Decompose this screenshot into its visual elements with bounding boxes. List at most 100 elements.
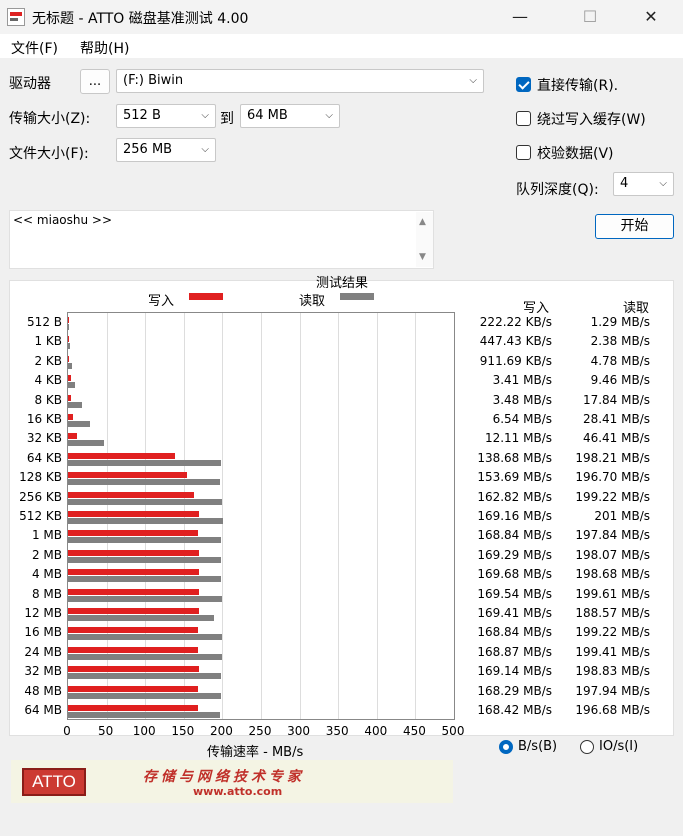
write-bar: [68, 608, 199, 614]
read-bar: [68, 673, 222, 680]
scroll-down-icon[interactable]: ▼: [419, 252, 426, 262]
write-bar: [68, 433, 78, 440]
transfer-size-from-value: 512 B: [123, 108, 161, 123]
legend-write-label: 写入: [148, 294, 175, 309]
maximize-button[interactable]: ☐: [567, 0, 613, 34]
read-bar: [68, 343, 70, 350]
queue-depth-select[interactable]: 4 ⌵: [613, 172, 674, 196]
x-axis-label: 传输速率 - MB/s: [207, 745, 304, 760]
transfer-size-from-select[interactable]: 512 B ⌵: [116, 104, 216, 128]
chevron-down-icon: ⌵: [201, 110, 209, 121]
read-bar: [68, 653, 222, 660]
start-button[interactable]: 开始: [595, 214, 674, 239]
chevron-down-icon: ⌵: [659, 178, 667, 189]
read-bar: [68, 576, 222, 583]
menu-help[interactable]: 帮助(H): [80, 38, 129, 58]
read-bar: [68, 324, 69, 330]
write-bar: [68, 646, 199, 653]
file-size-label: 文件大小(F):: [9, 146, 89, 162]
queue-depth-value: 4: [620, 176, 629, 191]
write-bar: [68, 452, 176, 459]
app-icon: [7, 8, 25, 26]
scroll-up-icon[interactable]: ▲: [419, 217, 426, 227]
description-text[interactable]: << miaoshu >>: [13, 213, 112, 227]
grid-line: [299, 313, 301, 719]
write-bar: [68, 491, 194, 498]
verify-data-label[interactable]: 校验数据(V): [537, 143, 614, 163]
minimize-button[interactable]: —: [497, 0, 543, 34]
chevron-down-icon: ⌵: [325, 110, 333, 121]
read-bar: [68, 401, 82, 408]
drive-select[interactable]: (F:) Biwin ⌵: [116, 69, 484, 93]
write-bar: [68, 705, 199, 711]
grid-line: [415, 313, 417, 719]
read-bar: [68, 537, 221, 544]
read-bar: [68, 634, 222, 641]
transfer-size-to-value: 64 MB: [247, 108, 288, 123]
read-bar: [68, 518, 224, 524]
read-bar: [68, 440, 104, 447]
bypass-write-cache-checkbox[interactable]: [516, 111, 531, 126]
browse-button[interactable]: ...: [80, 69, 110, 94]
read-bar: [68, 692, 221, 699]
grid-line: [261, 313, 262, 719]
drive-label: 驱动器: [9, 76, 51, 92]
chevron-down-icon: ⌵: [201, 144, 209, 155]
write-bar: [68, 355, 69, 362]
chart-plot-area: [67, 312, 455, 720]
drive-select-value: (F:) Biwin: [123, 73, 184, 88]
column-write-header: 写入: [523, 301, 550, 316]
write-bar: [68, 317, 69, 323]
file-size-value: 256 MB: [123, 142, 173, 157]
read-bar: [68, 615, 214, 621]
read-bar: [68, 421, 90, 427]
write-bar: [68, 627, 199, 634]
read-bar: [68, 595, 223, 602]
write-bar: [68, 336, 69, 343]
chevron-down-icon: ⌵: [469, 75, 477, 86]
to-label: 到: [220, 111, 234, 127]
unit-io-radio[interactable]: [580, 740, 594, 754]
direct-io-checkbox[interactable]: [516, 77, 531, 92]
transfer-size-to-select[interactable]: 64 MB ⌵: [240, 104, 340, 128]
bypass-write-cache-label[interactable]: 绕过写入缓存(W): [537, 109, 646, 129]
write-bar: [68, 549, 199, 556]
write-bar: [68, 588, 199, 595]
legend-read-label: 读取: [299, 294, 326, 309]
read-bar: [68, 382, 76, 389]
unit-io-label[interactable]: IO/s(I): [599, 739, 638, 754]
unit-bytes-label[interactable]: B/s(B): [518, 739, 557, 754]
read-bar: [68, 459, 222, 466]
write-bar: [68, 394, 71, 401]
window-title: 无标题 - ATTO 磁盘基准测试 4.00: [32, 11, 249, 27]
grid-line: [222, 313, 224, 719]
write-bar: [68, 569, 199, 576]
read-bar: [68, 362, 72, 369]
column-read-header: 读取: [623, 301, 650, 316]
transfer-size-label: 传输大小(Z):: [9, 111, 91, 127]
grid-line: [376, 313, 378, 719]
read-bar: [68, 498, 222, 505]
write-bar: [68, 375, 71, 382]
legend-read-swatch: [340, 293, 374, 300]
atto-logo: ATTO: [22, 768, 86, 796]
verify-data-checkbox[interactable]: [516, 145, 531, 160]
write-bar: [68, 685, 198, 692]
legend-write-swatch: [189, 293, 223, 300]
read-bar: [68, 479, 220, 486]
write-bar: [68, 530, 199, 537]
banner-tagline: 存储与网络技术专家: [143, 769, 305, 785]
write-bar: [68, 472, 187, 479]
grid-line: [338, 313, 340, 719]
direct-io-label[interactable]: 直接传输(R).: [537, 75, 618, 95]
read-bar: [68, 712, 220, 718]
menu-file[interactable]: 文件(F): [11, 38, 58, 58]
unit-bytes-radio[interactable]: [499, 740, 513, 754]
close-button[interactable]: ✕: [628, 0, 674, 34]
write-bar: [68, 511, 199, 517]
write-bar: [68, 414, 74, 420]
write-bar: [68, 666, 199, 673]
results-header: 测试结果: [316, 276, 369, 291]
file-size-select[interactable]: 256 MB ⌵: [116, 138, 216, 162]
banner-url[interactable]: www.atto.com: [193, 785, 282, 798]
